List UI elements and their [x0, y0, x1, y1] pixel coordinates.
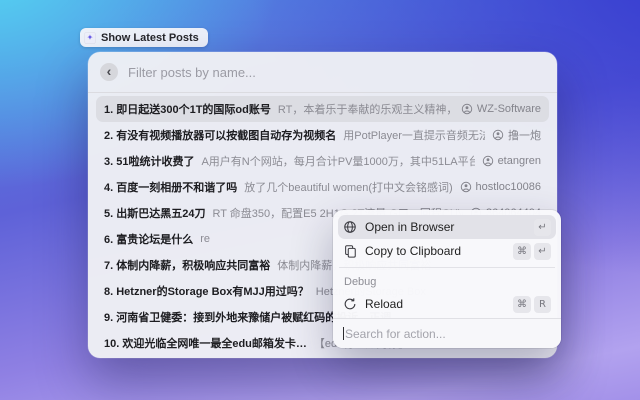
- list-item[interactable]: 3. 51啦统计收费了 A用户有N个网站，每月合计PV量1000万，其中51LA…: [96, 148, 549, 174]
- person-circle-icon: [482, 155, 493, 167]
- post-title: 1. 即日起送300个1T的国际od账号: [104, 104, 271, 116]
- post-title: 2. 有没有视频播放器可以按截图自动存为视频名: [104, 130, 337, 142]
- post-author: hostloc10086: [460, 181, 541, 193]
- post-title: 4. 百度一刻相册不和谐了吗: [104, 182, 238, 194]
- post-title: 10. 欢迎光临全网唯一最全edu邮箱发卡…: [104, 338, 307, 350]
- text-caret: [343, 327, 344, 340]
- post-title: 7. 体制内降薪，积极响应共同富裕: [104, 260, 271, 272]
- keycap: ⌘: [513, 295, 531, 313]
- list-item[interactable]: 1. 即日起送300个1T的国际od账号 RT，本着乐于奉献的乐观主义精神，手上…: [96, 96, 549, 122]
- keycap: R: [534, 295, 551, 313]
- list-item[interactable]: 2. 有没有视频播放器可以按截图自动存为视频名 用PotPlayer一直提示音频…: [96, 122, 549, 148]
- action-open-in-browser[interactable]: Open in Browser ↵: [338, 215, 556, 239]
- menu-divider: [339, 267, 555, 268]
- author-name: hostloc10086: [475, 181, 541, 193]
- post-excerpt: RT，本着乐于奉献的乐观主义精神，手上有个吃灰的全局，刚…: [277, 104, 454, 116]
- keycap: ⌘: [513, 242, 531, 260]
- post-title: 3. 51啦统计收费了: [104, 156, 195, 168]
- chevron-left-icon: ‹: [106, 63, 112, 79]
- list-item[interactable]: 4. 百度一刻相册不和谐了吗 放了几个beautiful women(打中文会铭…: [96, 174, 549, 200]
- author-name: 撸一炮: [508, 130, 541, 142]
- person-circle-icon: [460, 181, 471, 193]
- search-bar: ‹: [88, 52, 557, 92]
- action-search-input[interactable]: [345, 326, 551, 341]
- keycap: ↵: [534, 242, 551, 260]
- post-excerpt: A用户有N个网站，每月合计PV量1000万，其中51LA平台每月赠送300万PV…: [201, 156, 475, 168]
- filter-input[interactable]: [128, 64, 545, 80]
- clipboard-icon: [343, 244, 357, 258]
- breadcrumb-label: Show Latest Posts: [101, 31, 199, 44]
- menu-section-label: Debug: [344, 276, 377, 288]
- author-name: etangren: [497, 155, 541, 167]
- post-excerpt: 用PotPlayer一直提示音频无法播放，解码器也下载了: [343, 130, 485, 142]
- reload-icon: [343, 297, 357, 311]
- person-circle-icon: [492, 129, 504, 141]
- post-author: WZ-Software: [461, 103, 541, 115]
- list-item[interactable]: 11. 典x综合站获一格 本人投入>t，前五不拿到，全球先递请现，现有下载00……: [96, 356, 549, 358]
- globe-icon: [343, 220, 357, 234]
- post-excerpt: 放了几个beautiful women(打中文会铭感词)到一刻相册，过去10几天…: [244, 182, 453, 194]
- post-author: etangren: [482, 155, 541, 167]
- post-title: 8. Hetzner的Storage Box有MJJ用过吗？: [104, 286, 309, 298]
- extension-star-icon: ✦: [84, 31, 96, 44]
- post-title: 6. 富贵论坛是什么: [104, 234, 194, 246]
- action-menu-main-group: Open in Browser ↵ Copy to Clipboard ⌘ ↵: [338, 215, 556, 263]
- action-menu: Open in Browser ↵ Copy to Clipboard ⌘ ↵ D…: [333, 210, 561, 348]
- desktop-background: ✦ Show Latest Posts ‹ 1. 即日起送300个1T的国际od…: [0, 0, 640, 400]
- action-search-bar: [333, 318, 561, 348]
- action-reload[interactable]: Reload ⌘ R: [338, 292, 556, 316]
- action-copy-to-clipboard[interactable]: Copy to Clipboard ⌘ ↵: [338, 239, 556, 263]
- keycap: ↵: [534, 218, 551, 236]
- back-button[interactable]: ‹: [100, 63, 118, 81]
- author-name: WZ-Software: [476, 103, 541, 115]
- post-title: 5. 出斯巴达黑五24刀: [104, 208, 206, 220]
- person-circle-icon: [461, 103, 473, 115]
- breadcrumb: ✦ Show Latest Posts: [80, 28, 208, 47]
- post-author: 撸一炮: [492, 127, 541, 143]
